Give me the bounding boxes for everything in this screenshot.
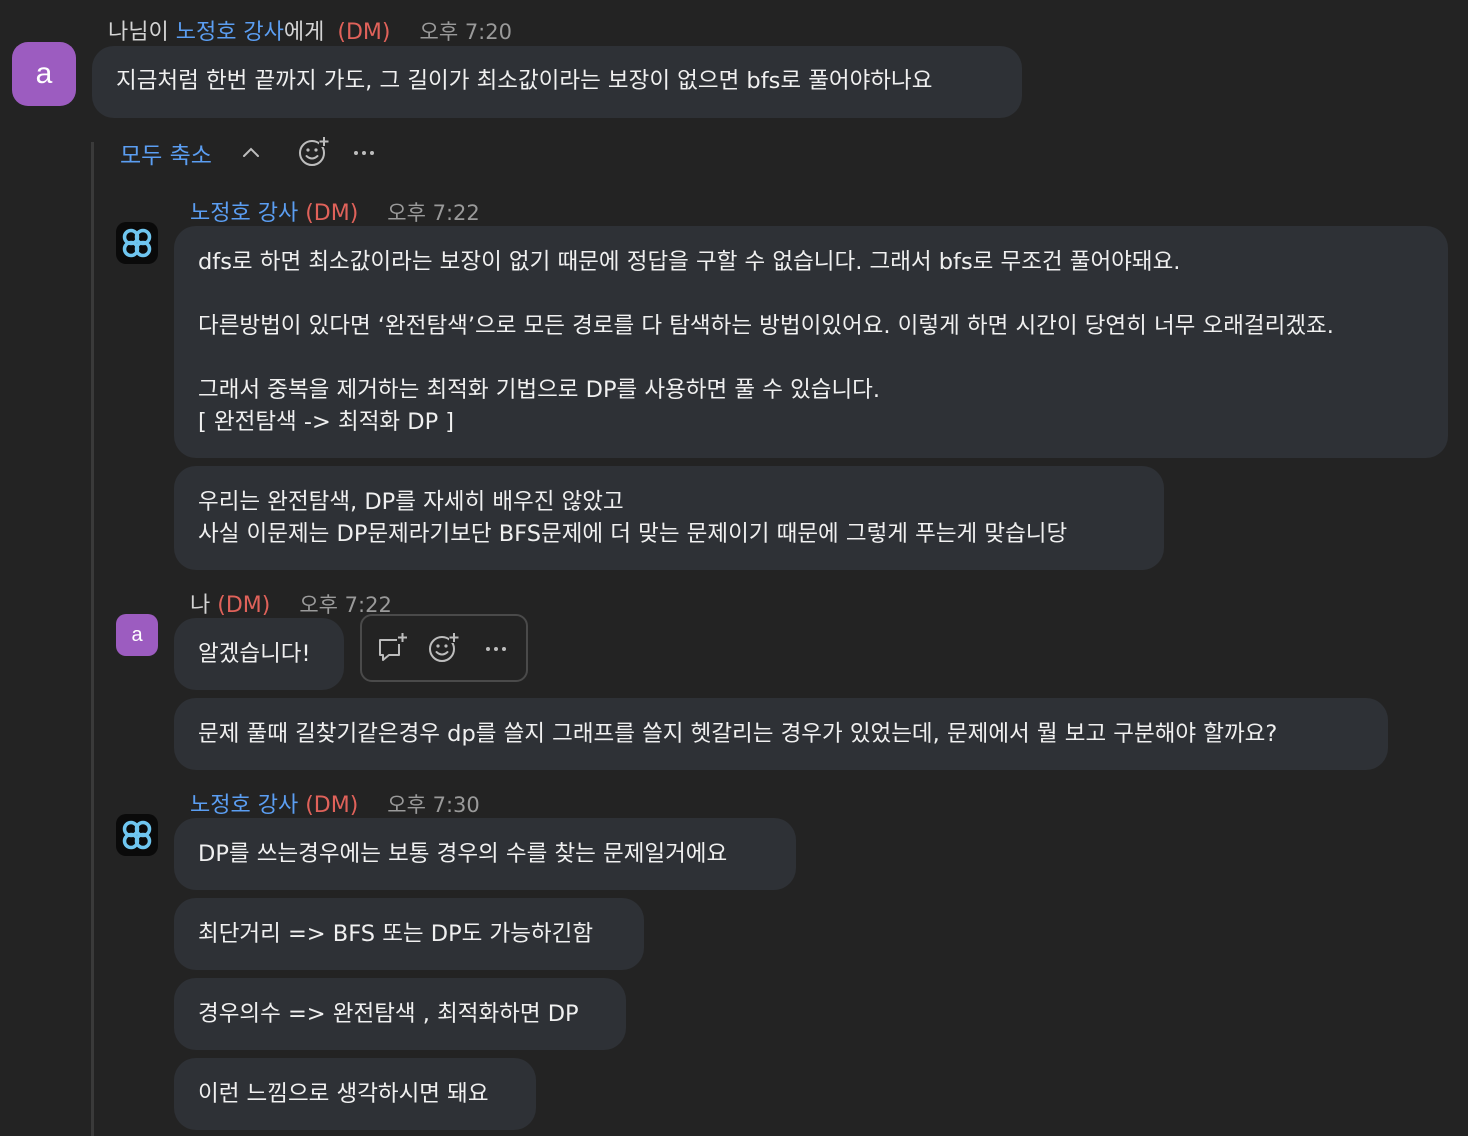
message-text: DP를 쓰는경우에는 보통 경우의 수를 찾는 문제일거에요	[198, 841, 728, 867]
sender-name-link[interactable]: 노정호 강사	[190, 793, 298, 818]
root-sender-prefix: 나님이	[108, 20, 176, 45]
instructor-avatar[interactable]	[116, 222, 158, 264]
message-text: dfs로 하면 최소값이라는 보장이 없기 때문에 정답을 구할 수 없습니다.…	[198, 249, 1181, 275]
dm-tag: (DM)	[337, 20, 391, 45]
avatar-letter: a	[35, 57, 53, 90]
thread-message-header: 나 (DM) 오후 7:22	[190, 587, 392, 619]
more-horizontal-icon[interactable]	[480, 636, 512, 662]
root-message-header: 나님이 노정호 강사에게 (DM) 오후 7:20	[108, 14, 512, 46]
message-bubble: dfs로 하면 최소값이라는 보장이 없기 때문에 정답을 구할 수 없습니다.…	[174, 226, 1448, 458]
root-sender-suffix: 에게	[283, 20, 325, 45]
message-timestamp: 오후 7:20	[419, 20, 512, 44]
add-emoji-icon[interactable]	[296, 134, 332, 170]
thread-message-header: 노정호 강사 (DM) 오후 7:30	[190, 787, 480, 819]
instructor-avatar[interactable]	[116, 814, 158, 856]
message-hover-toolbar	[360, 614, 528, 682]
message-bubble: 경우의수 => 완전탐색 , 최적화하면 DP	[174, 978, 626, 1050]
message-bubble: 우리는 완전탐색, DP를 자세히 배우진 않았고 사실 이문제는 DP문제라기…	[174, 466, 1164, 570]
message-bubble: 알겠습니다!	[174, 618, 344, 690]
root-recipient-link[interactable]: 노정호 강사	[176, 20, 284, 45]
message-bubble: 이런 느낌으로 생각하시면 돼요	[174, 1058, 536, 1130]
message-text: 우리는 완전탐색, DP를 자세히 배우진 않았고	[198, 489, 624, 515]
reply-thread-icon[interactable]	[374, 630, 410, 666]
message-text: 경우의수 => 완전탐색 , 최적화하면 DP	[198, 1001, 579, 1027]
dm-tag: (DM)	[305, 793, 359, 818]
avatar-letter: a	[131, 623, 143, 646]
message-text: 최단거리 => BFS 또는 DP도 가능하긴함	[198, 921, 594, 947]
message-text: 지금처럼 한번 끝까지 가도, 그 길이가 최소값이라는 보장이 없으면 bfs…	[116, 68, 933, 94]
message-text: 다른방법이 있다면 ‘완전탐색’으로 모든 경로를 다 탐색하는 방법이있어요.…	[198, 313, 1334, 339]
message-text: 알겠습니다!	[198, 641, 311, 667]
sender-name[interactable]: 나	[190, 593, 210, 618]
avatar[interactable]: a	[116, 614, 158, 656]
chevron-up-icon[interactable]	[238, 140, 264, 166]
message-text: 이런 느낌으로 생각하시면 돼요	[198, 1081, 489, 1107]
message-text: [ 완전탐색 -> 최적화 DP ]	[198, 409, 455, 435]
dm-tag: (DM)	[305, 201, 359, 226]
message-bubble: DP를 쓰는경우에는 보통 경우의 수를 찾는 문제일거에요	[174, 818, 796, 890]
message-text: 그래서 중복을 제거하는 최적화 기법으로 DP를 사용하면 풀 수 있습니다.	[198, 377, 881, 403]
message-text: 사실 이문제는 DP문제라기보단 BFS문제에 더 맞는 문제이기 때문에 그렇…	[198, 521, 1068, 547]
collapse-all-link[interactable]: 모두 축소	[120, 136, 212, 170]
message-bubble: 문제 풀때 길찾기같은경우 dp를 쓸지 그래프를 쓸지 헷갈리는 경우가 있었…	[174, 698, 1388, 770]
logo-icon	[122, 228, 152, 258]
logo-icon	[122, 820, 152, 850]
sender-name-link[interactable]: 노정호 강사	[190, 201, 298, 226]
thread-connector-line	[91, 142, 94, 1136]
more-horizontal-icon[interactable]	[350, 140, 378, 166]
message-timestamp: 오후 7:22	[387, 201, 480, 225]
message-bubble: 최단거리 => BFS 또는 DP도 가능하긴함	[174, 898, 644, 970]
message-timestamp: 오후 7:30	[387, 793, 480, 817]
dm-tag: (DM)	[217, 593, 271, 618]
message-text: 문제 풀때 길찾기같은경우 dp를 쓸지 그래프를 쓸지 헷갈리는 경우가 있었…	[198, 721, 1278, 747]
avatar[interactable]: a	[12, 42, 76, 106]
root-message-bubble: 지금처럼 한번 끝까지 가도, 그 길이가 최소값이라는 보장이 없으면 bfs…	[92, 46, 1022, 118]
thread-message-header: 노정호 강사 (DM) 오후 7:22	[190, 195, 480, 227]
add-emoji-icon[interactable]	[426, 630, 462, 666]
